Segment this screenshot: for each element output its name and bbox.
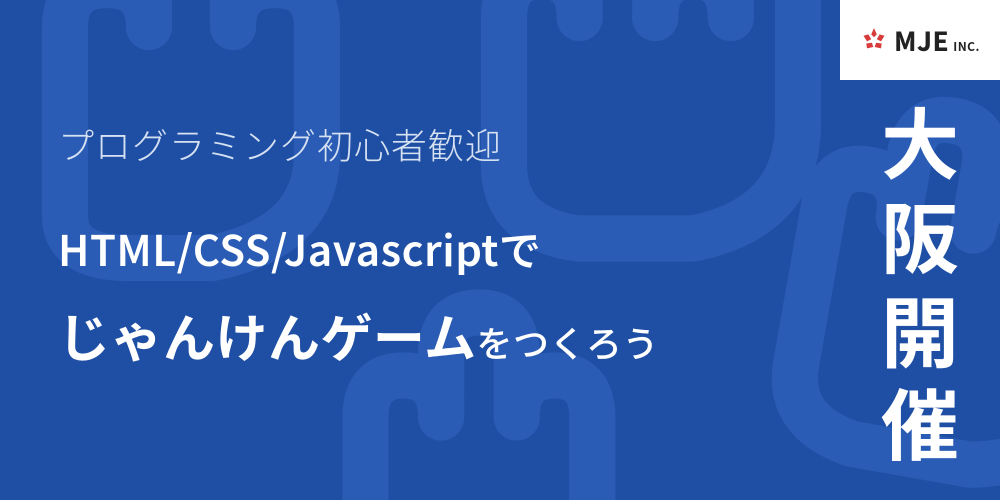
- title-emphasis: じゃんけんゲーム: [58, 297, 476, 372]
- logo-main-text: MJE: [894, 22, 949, 59]
- location-label: 大阪開催: [840, 80, 1000, 500]
- logo-sub-text: INC.: [953, 38, 980, 55]
- title-tail: をつくろう: [476, 316, 659, 368]
- right-panel: MJE INC. 大阪開催: [840, 0, 1000, 500]
- logo-text: MJE INC.: [894, 22, 980, 59]
- logo-box: MJE INC.: [840, 0, 1000, 80]
- mje-logo-icon: [860, 26, 888, 54]
